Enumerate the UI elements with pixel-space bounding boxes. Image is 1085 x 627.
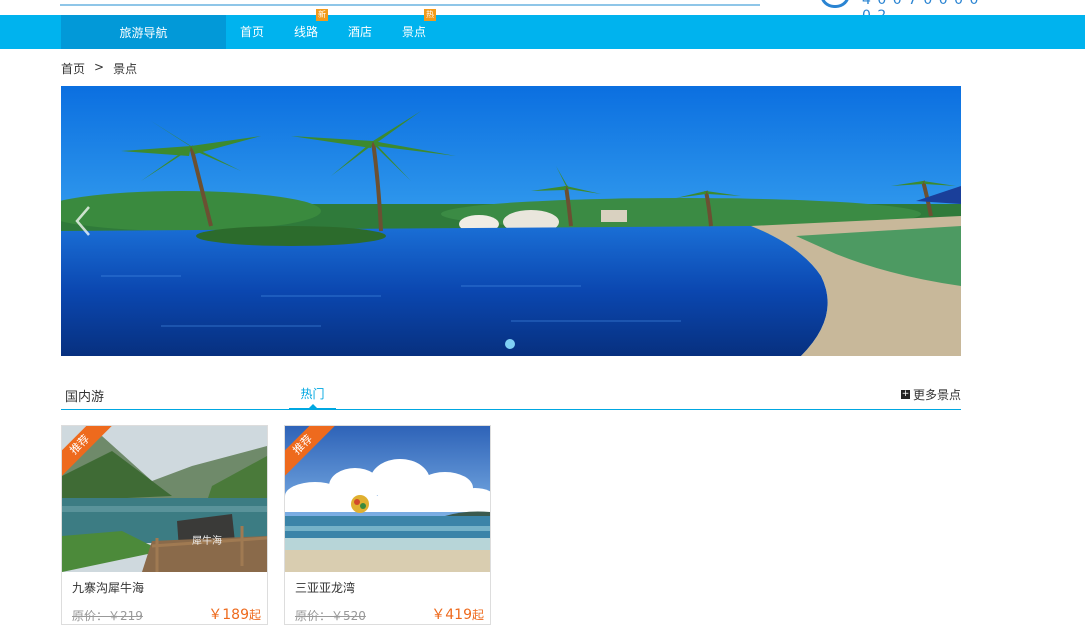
- tab-label: 热门: [300, 387, 325, 401]
- breadcrumb-separator: >: [94, 60, 105, 74]
- new-badge: 新: [316, 9, 329, 21]
- top-strip: 4 0 0 7 0 0 0 0 0 2: [0, 0, 1085, 24]
- card-title[interactable]: 三亚亚龙湾: [295, 579, 355, 596]
- banner-image: [61, 86, 961, 356]
- main-nav: 旅游导航 首页 线路 新 酒店 景点 热: [0, 9, 1085, 49]
- ribbon-label: 推荐: [285, 426, 335, 476]
- hotline: 4 0 0 7 0 0 0 0 0 2: [820, 0, 980, 24]
- tab-hot[interactable]: 热门: [289, 380, 336, 410]
- plus-square-icon: +: [900, 389, 910, 399]
- original-price: 原价：￥219: [72, 609, 143, 623]
- stone-inscription: 犀牛海: [192, 534, 222, 547]
- card-title[interactable]: 九寨沟犀牛海: [72, 579, 144, 596]
- hot-badge: 热: [424, 9, 437, 21]
- current-price: ￥189起: [208, 604, 261, 624]
- section-header: 国内游 热门 + 更多景点: [61, 380, 961, 410]
- recommend-ribbon: 推荐: [285, 426, 335, 476]
- price-value: 419: [445, 607, 472, 623]
- breadcrumb-home[interactable]: 首页: [61, 60, 85, 77]
- header-divider: [60, 4, 760, 6]
- recommend-ribbon: 推荐: [62, 426, 112, 476]
- nav-item-label: 酒店: [348, 25, 373, 39]
- attraction-card[interactable]: 犀牛海 推荐 九寨沟犀牛海 原价：￥219 ￥189起: [61, 425, 268, 625]
- currency-symbol: ￥: [208, 607, 223, 623]
- nav-item-label: 线路: [294, 25, 319, 39]
- tab-caret-icon: [308, 404, 318, 409]
- phone-icon: [820, 0, 850, 8]
- nav-item-routes[interactable]: 线路 新: [294, 9, 329, 49]
- nav-item-hotels[interactable]: 酒店: [348, 15, 372, 49]
- more-label: 更多景点: [912, 388, 961, 402]
- more-attractions-link[interactable]: + 更多景点: [900, 386, 961, 403]
- chevron-left-icon[interactable]: [71, 204, 95, 238]
- ribbon-label: 推荐: [62, 426, 112, 476]
- slide-indicator-dot[interactable]: [505, 339, 515, 349]
- section-title: 国内游: [65, 390, 105, 405]
- price-value: 189: [222, 607, 249, 623]
- price-suffix: 起: [471, 608, 484, 622]
- hero-banner[interactable]: [61, 86, 961, 356]
- nav-item-label: 首页: [240, 25, 265, 39]
- price-suffix: 起: [248, 608, 261, 622]
- currency-symbol: ￥: [431, 607, 446, 623]
- original-price: 原价：￥520: [295, 609, 366, 623]
- breadcrumb: 首页 > 景点: [61, 60, 137, 77]
- current-price: ￥419起: [431, 604, 484, 624]
- nav-guide-label[interactable]: 旅游导航: [61, 15, 226, 49]
- attraction-card[interactable]: 推荐 三亚亚龙湾 原价：￥520 ￥419起: [284, 425, 491, 625]
- nav-item-attractions[interactable]: 景点 热: [402, 9, 437, 49]
- breadcrumb-current: 景点: [113, 62, 138, 76]
- nav-item-home[interactable]: 首页: [240, 15, 264, 49]
- nav-item-label: 景点: [402, 25, 427, 39]
